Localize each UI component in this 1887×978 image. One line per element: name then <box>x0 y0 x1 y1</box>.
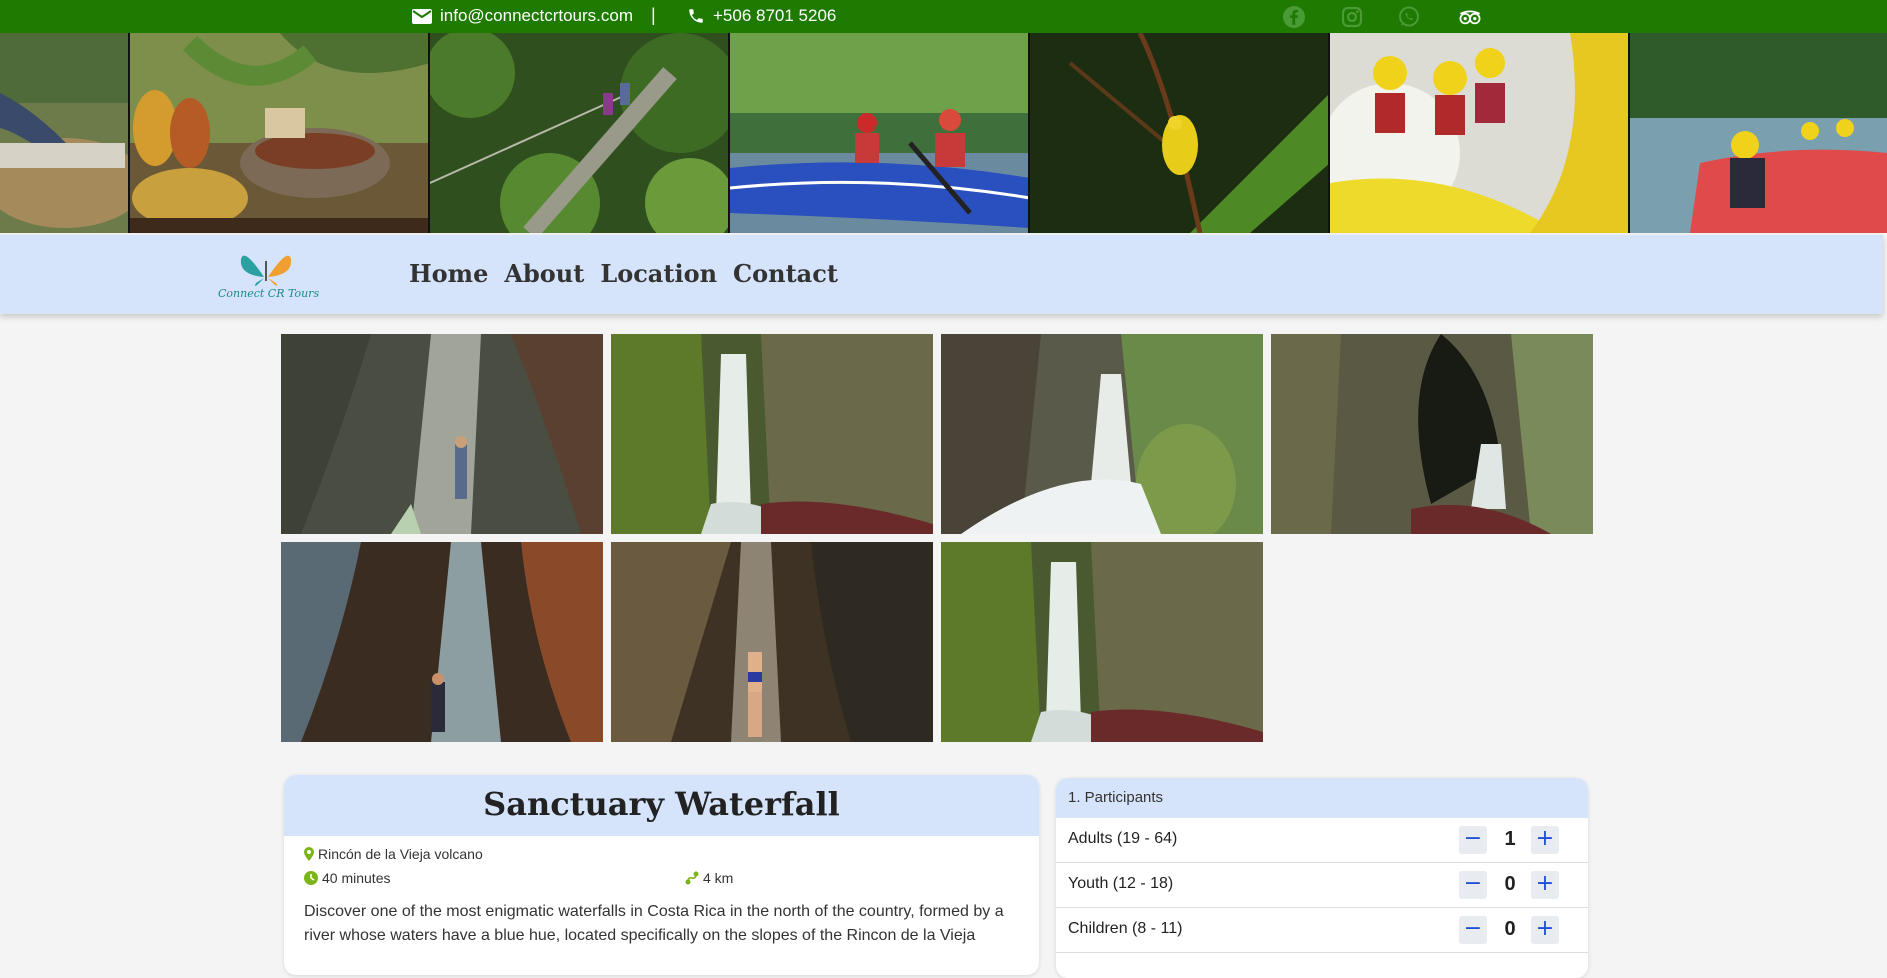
participant-row-children: Children (8 - 11) − 0 + <box>1056 908 1588 953</box>
tour-duration: 40 minutes <box>304 870 390 886</box>
booking-step-title: 1. Participants <box>1056 778 1588 818</box>
booking-participants-panel: 1. Participants Adults (19 - 64) − 1 + Y… <box>1056 778 1588 978</box>
whatsapp-icon[interactable] <box>1397 5 1421 29</box>
phone-icon <box>689 9 703 23</box>
participant-label: Youth (12 - 18) <box>1068 875 1174 892</box>
nav-link-about[interactable]: About <box>504 259 584 288</box>
banner-photo-strip <box>0 33 1887 233</box>
banner-photo-frog <box>1030 33 1330 233</box>
nav-link-home[interactable]: Home <box>409 259 488 288</box>
plus-icon: + <box>1535 826 1555 851</box>
participant-row-youth: Youth (12 - 18) − 0 + <box>1056 863 1588 908</box>
gallery-photo-5[interactable] <box>281 542 603 742</box>
increment-children-button[interactable]: + <box>1531 916 1559 944</box>
clock-icon <box>304 871 318 885</box>
gallery-photo-7[interactable] <box>941 542 1263 742</box>
minus-icon: − <box>1463 826 1483 851</box>
map-pin-icon <box>304 847 314 861</box>
participant-count: 0 <box>1504 873 1516 895</box>
facebook-icon[interactable] <box>1282 5 1306 29</box>
gallery-photo-6[interactable] <box>611 542 933 742</box>
banner-photo-cacao <box>130 33 430 233</box>
tour-card-header: Sanctuary Waterfall <box>284 775 1039 836</box>
tripadvisor-icon[interactable] <box>1455 5 1485 29</box>
participant-row-adults: Adults (19 - 64) − 1 + <box>1056 818 1588 863</box>
tour-location-text: Rincón de la Vieja volcano <box>318 846 483 862</box>
minus-icon: − <box>1463 871 1483 896</box>
gallery-photo-2[interactable] <box>611 334 933 534</box>
minus-icon: − <box>1463 916 1483 941</box>
email-link[interactable]: info@connectcrtours.com <box>412 6 633 26</box>
plus-icon: + <box>1535 871 1555 896</box>
participant-label: Adults (19 - 64) <box>1068 830 1178 847</box>
tour-title: Sanctuary Waterfall <box>483 785 840 823</box>
tour-location: Rincón de la Vieja volcano <box>304 846 483 862</box>
gallery-photo-3[interactable] <box>941 334 1263 534</box>
banner-photo-kayak <box>730 33 1030 233</box>
decrement-children-button[interactable]: − <box>1459 916 1487 944</box>
contact-separator: | <box>651 5 656 25</box>
banner-photo-river-rafts <box>1630 33 1887 233</box>
top-contact-bar: info@connectcrtours.com | +506 8701 5206 <box>0 0 1887 33</box>
phone-link[interactable]: +506 8701 5206 <box>687 6 836 26</box>
tour-distance-text: 4 km <box>703 870 734 886</box>
nav-link-location[interactable]: Location <box>600 259 717 288</box>
participant-label: Children (8 - 11) <box>1068 920 1183 937</box>
email-text[interactable]: info@connectcrtours.com <box>440 6 633 26</box>
nav-link-contact[interactable]: Contact <box>733 259 838 288</box>
gallery-photo-4[interactable] <box>1271 334 1593 534</box>
brand-logo-text: Connect CR Tours <box>218 287 320 300</box>
phone-text[interactable]: +506 8701 5206 <box>713 6 836 26</box>
plus-icon: + <box>1535 916 1555 941</box>
increment-adults-button[interactable]: + <box>1531 826 1559 854</box>
tour-info-card: Sanctuary Waterfall Rincón de la Vieja v… <box>284 775 1039 975</box>
instagram-icon[interactable] <box>1340 5 1364 29</box>
main-navigation: Connect CR Tours Home About Location Con… <box>0 235 1883 314</box>
banner-photo-rafting <box>1330 33 1630 233</box>
decrement-adults-button[interactable]: − <box>1459 826 1487 854</box>
decrement-youth-button[interactable]: − <box>1459 871 1487 899</box>
route-icon <box>685 871 699 885</box>
tour-distance: 4 km <box>685 870 733 886</box>
participant-count: 0 <box>1504 918 1516 940</box>
tour-duration-text: 40 minutes <box>322 870 391 886</box>
banner-photo-hanging-bridge <box>430 33 730 233</box>
gallery-photo-1[interactable] <box>281 334 603 534</box>
envelope-icon <box>412 8 432 24</box>
participant-count: 1 <box>1504 828 1516 850</box>
banner-photo-bird <box>0 33 130 233</box>
nav-menu: Home About Location Contact <box>409 259 838 288</box>
tour-description: Discover one of the most enigmatic water… <box>304 903 1004 944</box>
increment-youth-button[interactable]: + <box>1531 871 1559 899</box>
